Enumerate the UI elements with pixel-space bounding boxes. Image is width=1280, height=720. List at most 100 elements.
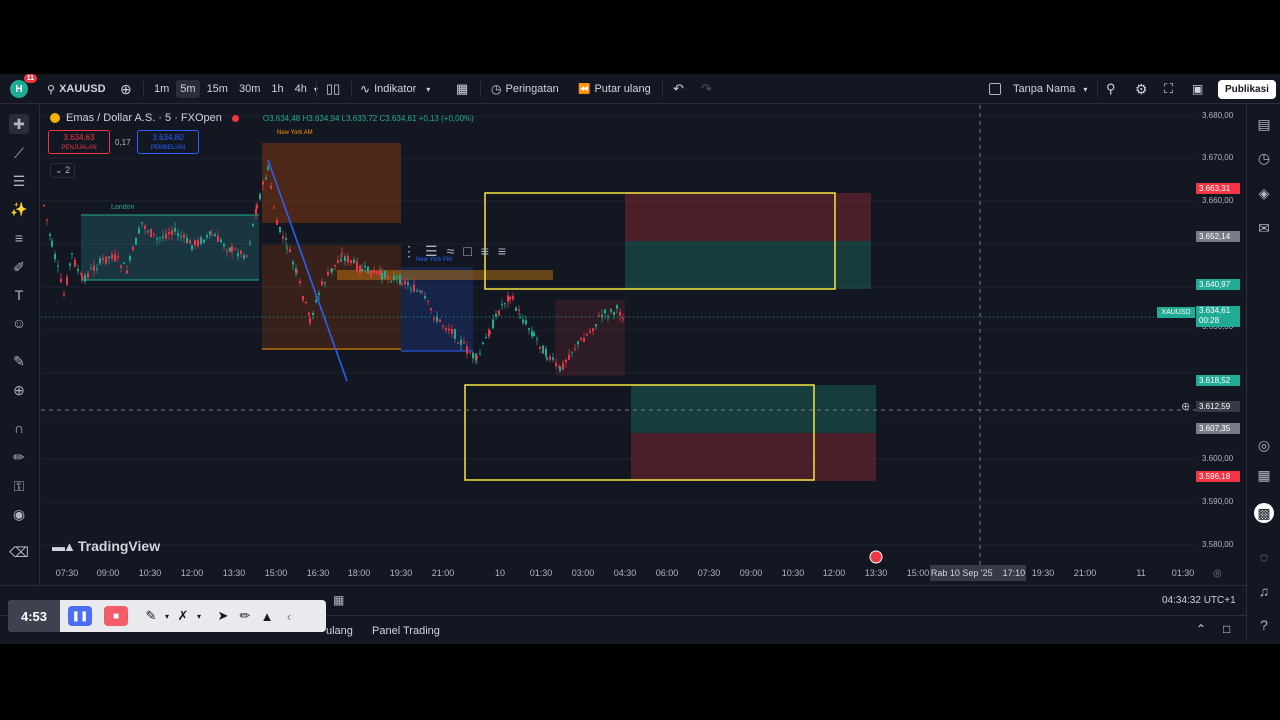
candle-body bbox=[123, 262, 125, 264]
line-style-icon[interactable]: ☰ bbox=[425, 243, 438, 260]
time-axis-settings-icon[interactable]: ◎ bbox=[1213, 568, 1222, 579]
calendar-icon[interactable]: ▦ bbox=[1254, 465, 1274, 485]
zoom-icon[interactable]: ⊕ bbox=[9, 380, 29, 400]
timeframe-5m[interactable]: 5m bbox=[176, 80, 200, 98]
text-tool-icon[interactable]: T bbox=[9, 285, 29, 305]
crosshair-icon[interactable]: ✚ bbox=[9, 114, 29, 134]
highlighter-icon[interactable]: ▲ bbox=[256, 605, 278, 627]
long-position-risk[interactable] bbox=[631, 433, 876, 481]
horizontal-lines-icon[interactable]: ☰ bbox=[9, 171, 29, 191]
notification-bell-icon[interactable]: ♫ bbox=[1254, 581, 1274, 601]
drag-handle-icon[interactable]: ⋮ bbox=[402, 243, 416, 260]
chevron-up-icon[interactable]: ⌃ bbox=[1196, 622, 1206, 636]
time-axis[interactable]: 07:30 09:00 10:30 12:00 13:30 15:00 16:3… bbox=[41, 564, 1200, 582]
help-icon[interactable]: ? bbox=[1254, 615, 1274, 635]
candle-body bbox=[485, 336, 487, 339]
camera-icon[interactable]: ▣ bbox=[1192, 74, 1203, 104]
chart-canvas[interactable]: London New York AM New York PM ⋮ ☰ ≈ □ ≡… bbox=[41, 105, 1200, 585]
chevron-down-icon[interactable]: ▾ bbox=[194, 605, 204, 627]
indicators-button[interactable]: ∿ Indikator ▾ bbox=[360, 74, 430, 104]
undo-icon[interactable]: ↶ bbox=[673, 74, 684, 104]
lock-icon[interactable]: ⚿ bbox=[9, 476, 29, 496]
trash-icon[interactable]: ⌫ bbox=[9, 542, 29, 562]
broadcast-icon[interactable]: ◌ bbox=[1254, 547, 1274, 567]
symbol-search[interactable]: ⚲ XAUUSD bbox=[47, 74, 106, 104]
settings-gear-icon[interactable]: ⚙ bbox=[1135, 74, 1148, 104]
object-tree-icon[interactable]: ◈ bbox=[1254, 183, 1274, 203]
timeframe-30m[interactable]: 30m bbox=[235, 80, 264, 98]
candle-body bbox=[427, 300, 429, 302]
timezone-clock[interactable]: 04:34:32 UTC+1 bbox=[1162, 595, 1236, 606]
add-alert-plus-icon[interactable]: ⊕ bbox=[1181, 400, 1190, 413]
legend-title[interactable]: Emas / Dollar A.S. · 5 · FXOpen bbox=[66, 112, 222, 124]
chevron-down-icon[interactable]: ▾ bbox=[162, 605, 172, 627]
brush-icon[interactable]: ✐ bbox=[9, 257, 29, 277]
pencil-icon[interactable]: ✏ bbox=[234, 605, 256, 627]
layout-menu[interactable]: Tanpa Nama ▾ bbox=[989, 74, 1087, 104]
replay-button[interactable]: ⏪ Putar ulang bbox=[578, 74, 651, 104]
timeframe-group: 1m 5m 15m 30m 1h 4h ▾ bbox=[150, 74, 318, 104]
fib-tool-icon[interactable]: ≡ bbox=[9, 228, 29, 248]
redo-icon[interactable]: ↷ bbox=[701, 74, 712, 104]
candle-body bbox=[472, 352, 474, 359]
long-position-target[interactable] bbox=[631, 385, 876, 433]
sell-button[interactable]: 3.634,63 PENJUALAN bbox=[48, 130, 110, 154]
avatar[interactable]: H 11 bbox=[10, 74, 37, 98]
collapse-chevron-icon[interactable]: ‹ bbox=[278, 605, 300, 627]
chat-icon[interactable]: ✉ bbox=[1254, 218, 1274, 238]
timeframe-15m[interactable]: 15m bbox=[203, 80, 232, 98]
maximize-panel-icon[interactable]: □ bbox=[1223, 622, 1230, 636]
us-event-flag-icon[interactable] bbox=[869, 550, 883, 564]
buy-button[interactable]: 3.634,80 PEMBELIAN bbox=[137, 130, 199, 154]
watchlist-icon[interactable]: ▤ bbox=[1254, 114, 1274, 134]
indicators-collapse-button[interactable]: ⌄ 2 bbox=[50, 163, 76, 178]
candle-type-icon[interactable]: ▯▯ bbox=[326, 74, 340, 104]
timeframe-1m[interactable]: 1m bbox=[150, 80, 173, 98]
cursor-icon[interactable]: ➤ bbox=[212, 605, 234, 627]
candle-body bbox=[555, 362, 557, 366]
candle-body bbox=[522, 319, 524, 323]
tab-replay-partial[interactable]: ulang bbox=[326, 625, 353, 637]
timeframe-1h[interactable]: 1h bbox=[267, 80, 287, 98]
quick-search-icon[interactable]: ⚲ bbox=[1106, 74, 1116, 104]
candle-body bbox=[476, 356, 478, 359]
eye-icon[interactable]: ◉ bbox=[9, 504, 29, 524]
alerts-clock-icon[interactable]: ◷ bbox=[1254, 148, 1274, 168]
pencil-lock-icon[interactable]: ✏ bbox=[9, 447, 29, 467]
ny-am-upper-box[interactable] bbox=[262, 143, 401, 223]
emoji-icon[interactable]: ☺ bbox=[9, 313, 29, 333]
rectangle-icon[interactable]: □ bbox=[463, 243, 471, 259]
line-curve-icon[interactable]: ≈ bbox=[447, 243, 455, 259]
short-position-target[interactable] bbox=[625, 241, 871, 289]
magnet-icon[interactable]: ∩ bbox=[9, 418, 29, 438]
timeframe-4h[interactable]: 4h bbox=[291, 80, 311, 98]
draw-pen-icon[interactable]: ✎ bbox=[140, 605, 162, 627]
divider bbox=[316, 81, 317, 97]
user-menu[interactable]: H 11 bbox=[10, 74, 37, 104]
lines-settings-icon[interactable]: ≡ bbox=[498, 243, 506, 259]
candle-body bbox=[619, 312, 621, 316]
tab-panel-trading[interactable]: Panel Trading bbox=[372, 625, 440, 637]
compare-plus-icon[interactable]: ⊕ bbox=[120, 74, 132, 104]
mic-off-icon[interactable]: ✗ bbox=[172, 605, 194, 627]
templates-grid-icon[interactable]: ▦ bbox=[456, 74, 468, 104]
candle-body bbox=[282, 236, 284, 239]
publish-button[interactable]: Publikasi bbox=[1218, 79, 1276, 99]
short-position-risk[interactable] bbox=[625, 193, 871, 241]
candle-body bbox=[69, 263, 71, 266]
apps-grid-icon[interactable]: ▩ bbox=[1254, 503, 1274, 523]
pattern-icon[interactable]: ✨ bbox=[9, 199, 29, 219]
ruler-icon[interactable]: ✎ bbox=[9, 351, 29, 371]
calendar-icon[interactable]: ▦ bbox=[333, 593, 344, 607]
price-chart[interactable]: London New York AM New York PM bbox=[41, 105, 1200, 585]
stop-icon[interactable]: ■ bbox=[104, 606, 128, 626]
fib-level-icon[interactable]: ≡ bbox=[481, 243, 489, 259]
trend-line-icon[interactable]: ⟋ bbox=[9, 143, 29, 163]
ny-am-lower-box[interactable] bbox=[262, 245, 401, 349]
price-axis[interactable]: 3.680,00 3.670,00 3.660,00 3.630,00 3.60… bbox=[1196, 105, 1246, 585]
pause-icon[interactable]: ❚❚ bbox=[68, 606, 92, 626]
candle-body bbox=[299, 280, 301, 283]
alert-button[interactable]: ◷ Peringatan bbox=[491, 74, 559, 104]
fullscreen-icon[interactable]: ⛶ bbox=[1164, 74, 1173, 104]
target-icon[interactable]: ◎ bbox=[1254, 435, 1274, 455]
